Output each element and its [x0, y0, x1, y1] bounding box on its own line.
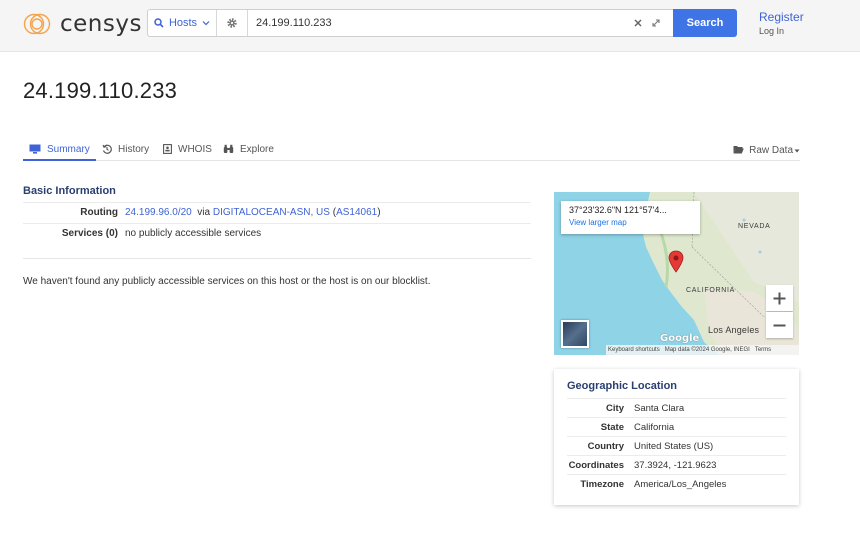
prefix-link[interactable]: 24.199.96.0/20 — [125, 207, 192, 218]
via-text: via — [197, 207, 211, 218]
map-label-california: CALIFORNIA — [686, 287, 736, 294]
geo-key: Country — [587, 440, 624, 452]
geo-row-state: State California — [567, 417, 786, 436]
minus-icon — [773, 324, 786, 326]
geo-row-coordinates: Coordinates 37.3924, -121.9623 — [567, 455, 786, 474]
search-bar: Hosts S — [147, 9, 737, 37]
raw-data-label: Raw Data — [749, 145, 793, 156]
geographic-location-card: Geographic Location City Santa Clara Sta… — [554, 369, 799, 505]
tab-history-label: History — [118, 144, 150, 155]
scope-dropdown[interactable]: Hosts — [148, 10, 217, 36]
tab-whois[interactable]: WHOIS — [163, 140, 212, 161]
search-input[interactable] — [256, 17, 629, 29]
map-info-window: 37°23'32.6"N 121°57'4... View larger map — [561, 201, 700, 234]
location-pin-icon — [668, 250, 684, 273]
geo-row-country: Country United States (US) — [567, 436, 786, 455]
id-card-icon — [163, 144, 172, 154]
chevron-down-icon — [202, 21, 210, 26]
map-coordinates: 37°23'32.6"N 121°57'4... — [569, 205, 667, 215]
view-larger-map-link[interactable]: View larger map — [569, 218, 692, 227]
raw-data-dropdown[interactable]: Raw Data — [733, 140, 800, 161]
asn-name-link[interactable]: DIGITALOCEAN-ASN, US — [213, 207, 330, 218]
gear-icon — [227, 18, 237, 28]
no-services-notice: We haven't found any publicly accessible… — [23, 276, 431, 287]
map-label-nevada: NEVADA — [738, 223, 771, 230]
binoculars-icon — [223, 144, 234, 153]
map-data-attribution: Map data ©2024 Google, INEGI — [664, 347, 750, 353]
login-link[interactable]: Log In — [759, 26, 784, 36]
geo-key: Coordinates — [568, 459, 624, 471]
tab-explore[interactable]: Explore — [223, 140, 274, 161]
monitor-icon — [29, 144, 41, 154]
top-header: censys Hosts 24.199.110.233 Search Regis… — [0, 0, 860, 52]
asn-close-paren: ) — [377, 207, 381, 218]
folder-open-icon — [733, 146, 744, 154]
geo-value: United States (US) — [634, 440, 714, 452]
services-key: Services (0) — [61, 228, 118, 239]
caret-down-icon — [794, 149, 800, 153]
map-label-los-angeles: Los Angeles — [708, 325, 760, 335]
censys-logo[interactable]: censys — [23, 11, 142, 37]
services-row: Services (0) no publicly accessible serv… — [23, 223, 531, 243]
search-icon — [154, 18, 164, 28]
censys-logo-icon — [23, 13, 51, 35]
geo-value: America/Los_Angeles — [634, 478, 727, 490]
terms-link[interactable]: Terms — [755, 347, 771, 353]
geo-value: California — [634, 421, 675, 433]
zoom-out-button[interactable] — [766, 312, 793, 338]
keyboard-shortcuts-link[interactable]: Keyboard shortcuts — [608, 347, 660, 353]
tab-summary[interactable]: Summary — [23, 140, 96, 161]
plus-icon — [773, 292, 786, 304]
section-divider — [23, 258, 531, 259]
clear-button[interactable] — [629, 10, 647, 36]
logo-text: censys — [60, 11, 142, 37]
geo-key: City — [606, 402, 624, 414]
geo-row-city: City Santa Clara — [567, 398, 786, 417]
geo-key: Timezone — [580, 478, 624, 490]
geo-value: Santa Clara — [634, 402, 685, 414]
page-title: 24.199.110.233 — [23, 78, 178, 103]
routing-key: Routing — [80, 207, 118, 218]
basic-info-heading: Basic Information — [23, 185, 116, 197]
location-map[interactable]: NEVADA CALIFORNIA Los Angeles 37°23'32.6… — [554, 192, 799, 355]
services-value: no publicly accessible services — [125, 228, 262, 239]
asn-link[interactable]: AS14061 — [336, 207, 377, 218]
google-logo: Google — [660, 333, 700, 344]
search-button[interactable]: Search — [673, 9, 737, 37]
tab-summary-label: Summary — [47, 144, 90, 155]
register-link[interactable]: Register — [759, 10, 804, 24]
tab-whois-label: WHOIS — [178, 144, 212, 155]
routing-row: Routing 24.199.96.0/20 via DIGITALOCEAN-… — [23, 202, 531, 222]
satellite-toggle[interactable] — [561, 320, 589, 348]
query-field-wrapper — [248, 10, 629, 36]
map-footer: Keyboard shortcuts Map data ©2024 Google… — [606, 345, 799, 355]
geo-value: 37.3924, -121.9623 — [634, 459, 717, 471]
tab-history[interactable]: History — [102, 140, 149, 161]
close-icon — [634, 19, 642, 27]
scope-label: Hosts — [168, 17, 198, 29]
zoom-in-button[interactable] — [766, 285, 793, 311]
geo-heading: Geographic Location — [567, 380, 678, 392]
tab-explore-label: Explore — [240, 144, 274, 155]
settings-button[interactable] — [217, 10, 248, 36]
geo-row-timezone: Timezone America/Los_Angeles — [567, 474, 786, 493]
tab-bar: Summary History WHOIS Explore Raw Data — [23, 140, 800, 161]
expand-icon — [652, 19, 660, 27]
history-icon — [102, 144, 112, 154]
geo-key: State — [600, 421, 624, 433]
routing-value: 24.199.96.0/20 via DIGITALOCEAN-ASN, US … — [125, 207, 381, 218]
expand-button[interactable] — [647, 10, 665, 36]
